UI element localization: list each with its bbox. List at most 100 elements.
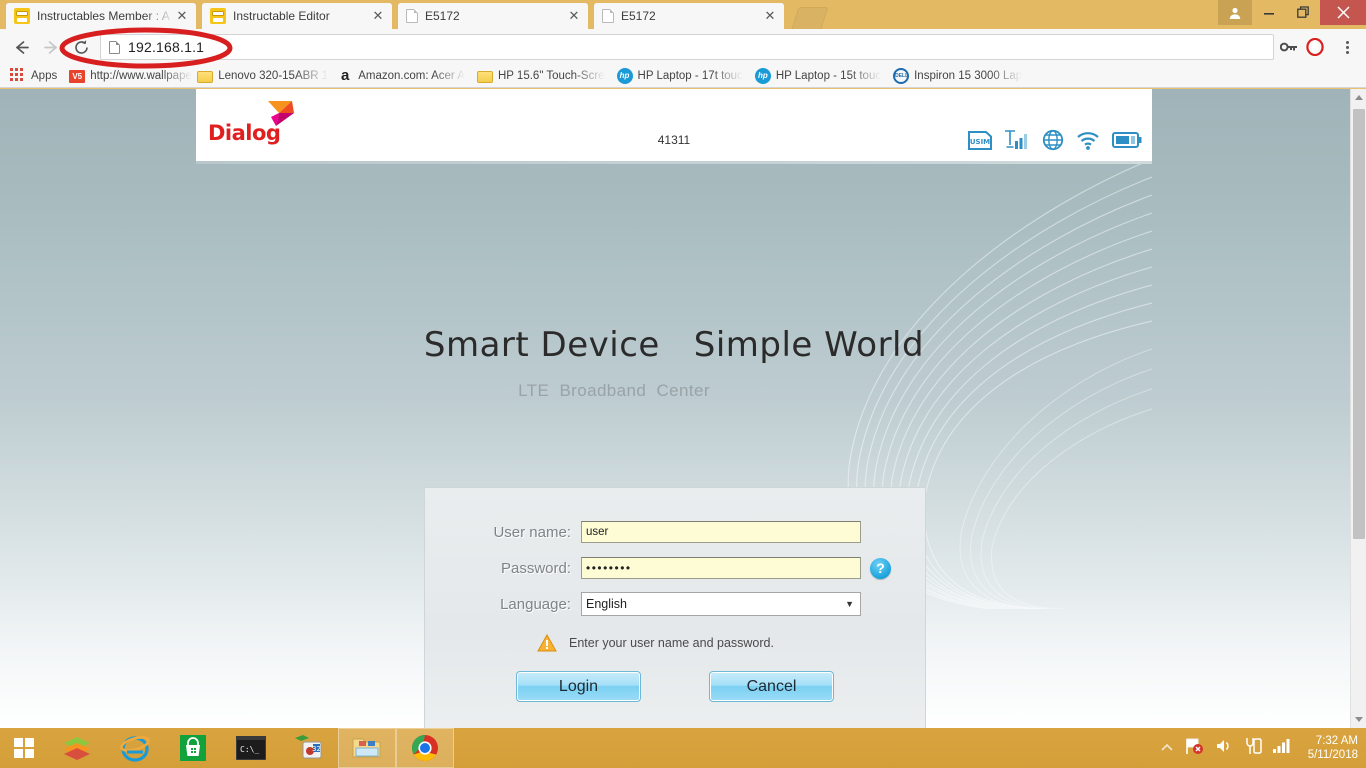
warning-triangle-icon (537, 633, 557, 652)
google-chrome-icon[interactable] (396, 728, 454, 768)
globe-icon (1042, 129, 1064, 156)
svg-text:32: 32 (312, 745, 321, 753)
page-scrollbar[interactable] (1350, 89, 1366, 728)
bookmark-amazon[interactable]: a Amazon.com: Acer A (331, 66, 471, 86)
document-icon (602, 9, 614, 23)
dell-icon: DELL (893, 68, 910, 84)
hero-title: Smart Device Simple World (423, 325, 925, 365)
status-icon-group: USIM (968, 129, 1142, 156)
close-icon[interactable] (1320, 0, 1366, 25)
chevron-up-icon[interactable] (1161, 739, 1173, 757)
bookmark-label: HP Laptop - 17t touc (637, 70, 743, 82)
signal-bars-icon[interactable] (1272, 738, 1291, 758)
amazon-icon: a (341, 67, 350, 84)
windows-start-icon[interactable] (0, 728, 48, 768)
signal-bars-icon (1004, 130, 1030, 155)
person-icon[interactable] (1218, 0, 1252, 25)
username-row: User name: user (425, 519, 927, 545)
tray-clock[interactable]: 7:32 AM 5/11/2018 (1308, 734, 1358, 762)
scrollbar-thumb[interactable] (1353, 109, 1365, 539)
battery-icon (1112, 131, 1142, 154)
wifi-icon (1076, 131, 1100, 155)
close-icon[interactable]: ✕ (370, 8, 386, 24)
usim-icon: USIM (968, 130, 992, 155)
vs-icon: V5 (69, 69, 86, 83)
language-label: Language: (500, 595, 571, 613)
url-text: 192.168.1.1 (128, 39, 205, 55)
browser-tab-3[interactable]: E5172 ✕ (398, 3, 588, 29)
page-viewport: Dialog 41311 USIM Smart Device Simple Wo… (0, 89, 1366, 728)
browser-tab-1[interactable]: Instructables Member : A ✕ (6, 3, 196, 29)
tab-title: Instructable Editor (233, 9, 330, 23)
tray-time: 7:32 AM (1315, 735, 1358, 747)
file-explorer-icon[interactable] (338, 728, 396, 768)
flag-error-icon[interactable] (1184, 737, 1204, 760)
username-input[interactable]: user (581, 521, 861, 543)
tab-title: E5172 (425, 9, 460, 23)
address-bar[interactable]: 192.168.1.1 (100, 34, 1274, 60)
bookmark-label: Lenovo 320-15ABR 1 (218, 70, 329, 82)
bookmark-hp-17t[interactable]: hp HP Laptop - 17t touc (611, 66, 749, 86)
microsoft-store-icon[interactable] (164, 728, 222, 768)
close-icon[interactable]: ✕ (174, 8, 190, 24)
key-icon[interactable] (1280, 40, 1298, 54)
bookmark-lenovo[interactable]: Lenovo 320-15ABR 1 (191, 66, 331, 86)
scroll-up-arrow[interactable] (1351, 89, 1366, 106)
bookmark-wallpaper[interactable]: V5 http://www.wallpape (63, 66, 192, 86)
chevron-down-icon: ▼ (845, 599, 854, 609)
hero-section: Smart Device Simple World LTE Broadband … (196, 325, 1152, 401)
password-input[interactable]: •••••••• (581, 557, 861, 579)
device-icon[interactable] (1244, 737, 1262, 760)
bookmark-inspiron[interactable]: DELL Inspiron 15 3000 Lap (887, 66, 1028, 86)
minesweeper-icon[interactable]: 32 (280, 728, 338, 768)
router-login-page: Dialog 41311 USIM Smart Device Simple Wo… (196, 89, 1152, 728)
login-panel: User name: user Password: •••••••• ? Lan… (424, 487, 926, 728)
reload-icon[interactable] (66, 32, 96, 62)
bookmark-label: Apps (31, 70, 58, 82)
browser-tab-2[interactable]: Instructable Editor ✕ (202, 3, 392, 29)
button-row: Login Cancel (425, 671, 927, 702)
language-select[interactable]: English ▼ (581, 592, 861, 616)
login-button[interactable]: Login (516, 671, 641, 702)
restore-icon[interactable] (1286, 0, 1320, 25)
system-tray: 7:32 AM 5/11/2018 (1161, 728, 1366, 768)
bluestacks-icon[interactable] (48, 728, 106, 768)
window-controls (1218, 0, 1366, 29)
minimize-icon[interactable] (1252, 0, 1286, 25)
tab-title: Instructables Member : A (37, 9, 170, 23)
robot-icon (14, 8, 30, 24)
help-question-icon[interactable]: ? (870, 557, 891, 579)
opera-icon[interactable] (1306, 38, 1324, 56)
site-header: Dialog 41311 USIM (196, 89, 1152, 164)
internet-explorer-icon[interactable] (106, 728, 164, 768)
bookmark-label: http://www.wallpape (90, 70, 192, 82)
apps-grid-icon (10, 68, 26, 84)
page-info-icon[interactable] (109, 40, 120, 54)
kebab-menu-icon[interactable] (1334, 40, 1360, 54)
password-label: Password: (500, 559, 571, 577)
close-icon[interactable]: ✕ (762, 8, 778, 24)
svg-text:USIM: USIM (970, 138, 990, 146)
bookmark-hp-15t[interactable]: hp HP Laptop - 15t touc (749, 66, 887, 86)
close-icon[interactable]: ✕ (566, 8, 582, 24)
bookmarks-bar: Apps V5 http://www.wallpape Lenovo 320-1… (0, 65, 1366, 88)
bookmark-label: HP Laptop - 15t touc (775, 70, 882, 82)
folder-icon (476, 71, 493, 83)
forward-arrow-icon (36, 32, 66, 62)
back-arrow-icon[interactable] (6, 32, 36, 62)
bookmark-apps[interactable]: Apps (0, 66, 63, 86)
cancel-button[interactable]: Cancel (709, 671, 834, 702)
username-label: User name: (493, 523, 571, 541)
bookmark-label: Inspiron 15 3000 Lap (914, 70, 1023, 82)
bookmark-hp-156[interactable]: HP 15.6" Touch-Scre (471, 66, 611, 86)
tab-strip: Instructables Member : A ✕ Instructable … (0, 0, 1366, 29)
speaker-icon[interactable] (1215, 738, 1233, 759)
browser-tab-4-active[interactable]: E5172 ✕ (594, 3, 784, 29)
hint-row: Enter your user name and password. (425, 633, 927, 652)
scroll-down-arrow[interactable] (1351, 711, 1366, 728)
command-prompt-icon[interactable]: C:\_ (222, 728, 280, 768)
hp-icon: hp (616, 68, 633, 84)
password-row: Password: •••••••• ? (425, 555, 927, 581)
new-tab-button[interactable] (791, 7, 829, 29)
hp-icon: hp (754, 68, 771, 84)
